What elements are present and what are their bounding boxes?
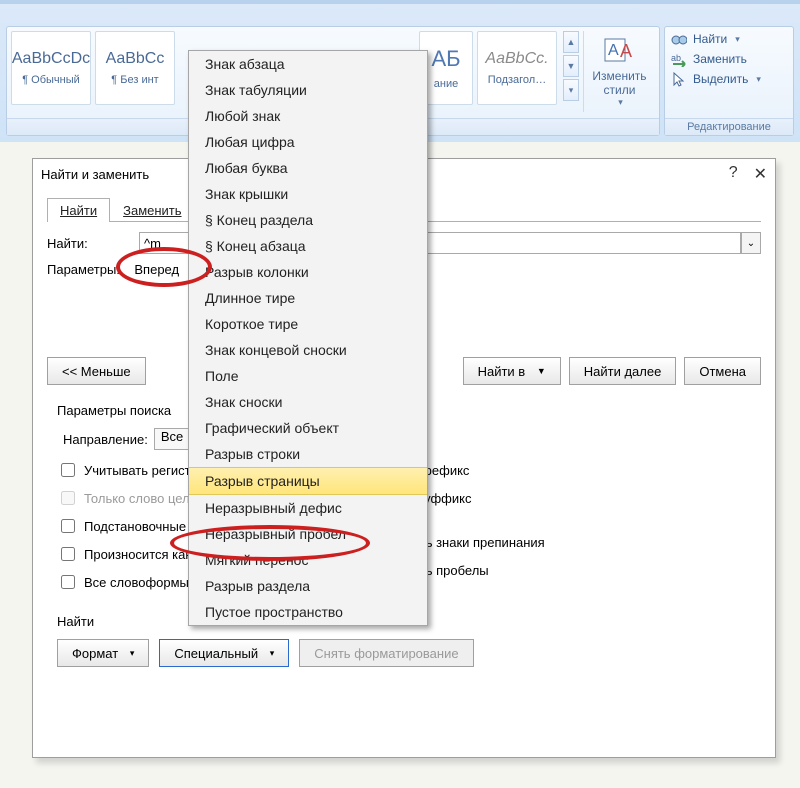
tab-replace[interactable]: Заменить bbox=[110, 198, 194, 222]
options-value: Вперед bbox=[134, 262, 179, 277]
find-what-label: Найти: bbox=[47, 236, 131, 251]
chevron-down-icon: ▾ bbox=[618, 97, 623, 108]
select-label: Выделить bbox=[693, 72, 748, 86]
special-menu-item[interactable]: Поле bbox=[189, 363, 427, 389]
chevron-down-icon: ▾ bbox=[735, 34, 740, 45]
style-name: ¶ Без инт bbox=[111, 74, 158, 86]
options-label: Параметры: bbox=[47, 262, 120, 277]
special-button[interactable]: Специальный ▾ bbox=[159, 639, 289, 667]
special-menu-item[interactable]: Длинное тире bbox=[189, 285, 427, 311]
special-menu-item[interactable]: Неразрывный дефис bbox=[189, 495, 427, 521]
special-menu-item[interactable]: Неразрывный пробел bbox=[189, 521, 427, 547]
special-menu: Знак абзацаЗнак табуляцииЛюбой знакЛюбая… bbox=[188, 50, 428, 626]
find-dropdown-button[interactable]: ⌄ bbox=[741, 232, 761, 254]
ribbon-editing-group: Найти ▾ ab Заменить Выделить ▾ Редактиро… bbox=[664, 26, 794, 136]
style-sample: AaBbCcDc bbox=[12, 50, 90, 68]
special-menu-item[interactable]: § Конец абзаца bbox=[189, 233, 427, 259]
special-menu-item[interactable]: § Конец раздела bbox=[189, 207, 427, 233]
special-menu-item[interactable]: Любая буква bbox=[189, 155, 427, 181]
no-formatting-button: Снять форматирование bbox=[299, 639, 473, 667]
style-sample: АБ bbox=[431, 46, 460, 72]
binoculars-icon bbox=[671, 31, 687, 47]
tab-find[interactable]: Найти bbox=[47, 198, 110, 222]
cursor-icon bbox=[671, 71, 687, 87]
special-menu-item[interactable]: Пустое пространство bbox=[189, 599, 427, 625]
gallery-scroll: ▲ ▼ ▾ bbox=[563, 31, 579, 101]
style-name: Подзагол… bbox=[488, 74, 546, 86]
find-in-button[interactable]: Найти в ▼ bbox=[463, 357, 561, 385]
svg-text:A: A bbox=[620, 41, 632, 61]
special-menu-item[interactable]: Знак крышки bbox=[189, 181, 427, 207]
special-menu-item[interactable]: Разрыв страницы bbox=[189, 467, 427, 495]
special-menu-item[interactable]: Знак сноски bbox=[189, 389, 427, 415]
find-label: Найти bbox=[693, 32, 727, 46]
svg-text:ab: ab bbox=[671, 53, 681, 63]
direction-label: Направление: bbox=[63, 432, 148, 447]
help-button[interactable]: ? bbox=[729, 164, 738, 184]
special-menu-item[interactable]: Короткое тире bbox=[189, 311, 427, 337]
special-menu-item[interactable]: Разрыв строки bbox=[189, 441, 427, 467]
style-name: ¶ Обычный bbox=[22, 74, 80, 86]
change-styles-label-2: стили bbox=[604, 83, 636, 97]
format-button[interactable]: Формат ▾ bbox=[57, 639, 149, 667]
select-button[interactable]: Выделить ▾ bbox=[671, 71, 787, 87]
find-next-button[interactable]: Найти далее bbox=[569, 357, 677, 385]
svg-text:A: A bbox=[608, 42, 619, 59]
change-styles-label-1: Изменить bbox=[592, 69, 646, 83]
gallery-up-button[interactable]: ▲ bbox=[563, 31, 579, 53]
gallery-down-button[interactable]: ▼ bbox=[563, 55, 579, 77]
special-menu-item[interactable]: Знак концевой сноски bbox=[189, 337, 427, 363]
style-item-nospacing[interactable]: AaBbCc ¶ Без инт bbox=[95, 31, 175, 105]
less-button[interactable]: << Меньше bbox=[47, 357, 146, 385]
replace-icon: ab bbox=[671, 51, 687, 67]
style-name: ание bbox=[434, 78, 458, 90]
style-sample: AaBbCc bbox=[106, 50, 165, 68]
style-item-subtitle[interactable]: AaBbCc. Подзагол… bbox=[477, 31, 557, 105]
special-menu-item[interactable]: Знак табуляции bbox=[189, 77, 427, 103]
special-menu-item[interactable]: Любая цифра bbox=[189, 129, 427, 155]
special-menu-item[interactable]: Знак абзаца bbox=[189, 51, 427, 77]
special-menu-item[interactable]: Графический объект bbox=[189, 415, 427, 441]
replace-button[interactable]: ab Заменить bbox=[671, 51, 787, 67]
change-styles-icon: A A bbox=[603, 35, 637, 65]
dialog-title: Найти и заменить bbox=[41, 167, 149, 182]
change-styles-button[interactable]: A A Изменить стили ▾ bbox=[583, 31, 655, 112]
special-menu-item[interactable]: Мягкий перенос bbox=[189, 547, 427, 573]
replace-label: Заменить bbox=[693, 52, 747, 66]
special-menu-item[interactable]: Любой знак bbox=[189, 103, 427, 129]
close-button[interactable]: ✕ bbox=[754, 164, 767, 184]
chevron-down-icon: ▾ bbox=[756, 74, 761, 85]
find-button[interactable]: Найти ▾ bbox=[671, 31, 787, 47]
editing-group-label: Редактирование bbox=[665, 118, 793, 135]
style-sample: AaBbCc. bbox=[485, 50, 548, 68]
cancel-button[interactable]: Отмена bbox=[684, 357, 761, 385]
style-item-normal[interactable]: AaBbCcDc ¶ Обычный bbox=[11, 31, 91, 105]
special-menu-item[interactable]: Разрыв колонки bbox=[189, 259, 427, 285]
gallery-more-button[interactable]: ▾ bbox=[563, 79, 579, 101]
special-menu-item[interactable]: Разрыв раздела bbox=[189, 573, 427, 599]
